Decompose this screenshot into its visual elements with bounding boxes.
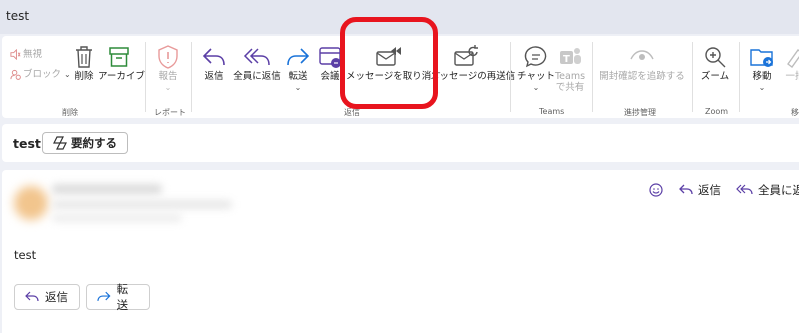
sender-name-redacted (52, 184, 162, 194)
resend-mail-icon (454, 45, 478, 66)
reply-icon (679, 184, 693, 195)
message-pane: 返信 全員に返 test 返信 転送 (2, 170, 799, 333)
summarize-button[interactable]: 要約する (42, 132, 128, 154)
emoji-react-button[interactable] (648, 182, 664, 198)
forward-footer-button[interactable]: 転送 (86, 282, 150, 312)
separator (510, 42, 511, 112)
forward-icon (97, 291, 111, 301)
window-title: test (6, 9, 30, 23)
forward-icon (287, 48, 310, 66)
archive-icon (109, 47, 129, 67)
resend-message-button[interactable]: メッセージの再送信 (430, 44, 515, 82)
eye-icon (630, 50, 654, 60)
teams-icon: T (560, 48, 581, 65)
track-read-receipt-button[interactable]: 開封確認を追跡する (596, 44, 688, 82)
block-user-icon (10, 69, 21, 80)
reply-all-button[interactable]: 全員に返信 (230, 44, 284, 82)
message-reply-action[interactable]: 返信 (678, 182, 721, 198)
separator (191, 42, 192, 112)
reply-footer-button[interactable]: 返信 (14, 284, 80, 310)
zoom-button[interactable]: ズーム (698, 44, 732, 82)
move-button[interactable]: 移動 ⌄ (744, 44, 780, 93)
partial-button[interactable]: 一括 (780, 44, 799, 82)
archive-button[interactable]: アーカイブ (98, 44, 145, 82)
zoom-icon (705, 47, 726, 68)
separator (739, 42, 740, 112)
share-to-teams-button[interactable]: T Teams で共有 (554, 44, 586, 93)
group-label-tracking: 進捗管理 (624, 108, 656, 117)
smiley-icon (649, 183, 663, 197)
trash-icon (76, 46, 92, 68)
group-label-zoom: Zoom (705, 107, 729, 116)
reply-all-icon (243, 48, 270, 66)
separator (145, 42, 146, 112)
group-label-teams: Teams (539, 107, 565, 116)
group-label-report: レポート (154, 108, 186, 117)
separator (592, 42, 593, 112)
sender-address-redacted (52, 200, 232, 209)
chat-button[interactable]: チャット ⌄ (516, 44, 556, 93)
sweep-icon (787, 49, 799, 68)
group-label-delete: 削除 (62, 108, 78, 117)
avatar (14, 186, 48, 220)
reply-icon (202, 48, 225, 66)
reply-button[interactable]: 返信 (196, 44, 232, 82)
message-body: test (14, 248, 37, 262)
separator (692, 42, 693, 112)
message-subject: test (13, 136, 41, 151)
move-folder-icon (750, 49, 773, 67)
svg-text:T: T (563, 54, 570, 65)
chat-icon (524, 46, 547, 68)
forward-button[interactable]: 転送 ⌄ (282, 44, 314, 93)
mute-icon (10, 48, 21, 61)
message-reply-all-action[interactable]: 全員に返 (736, 182, 799, 198)
block-button[interactable]: ブロック ⌄ (10, 66, 71, 80)
group-label-move: 移 (791, 108, 799, 117)
shield-icon (158, 45, 178, 69)
reply-icon (25, 291, 39, 302)
recipients-redacted (52, 214, 182, 222)
delete-button[interactable]: 削除 (66, 44, 102, 82)
subject-bar: test 要約する (2, 124, 799, 162)
highlight-annotation (340, 17, 438, 109)
report-button[interactable]: 報告 ⌄ (150, 44, 186, 93)
reply-all-icon (736, 184, 753, 195)
copilot-icon (53, 136, 67, 150)
mute-button[interactable]: 無視 (10, 46, 42, 61)
